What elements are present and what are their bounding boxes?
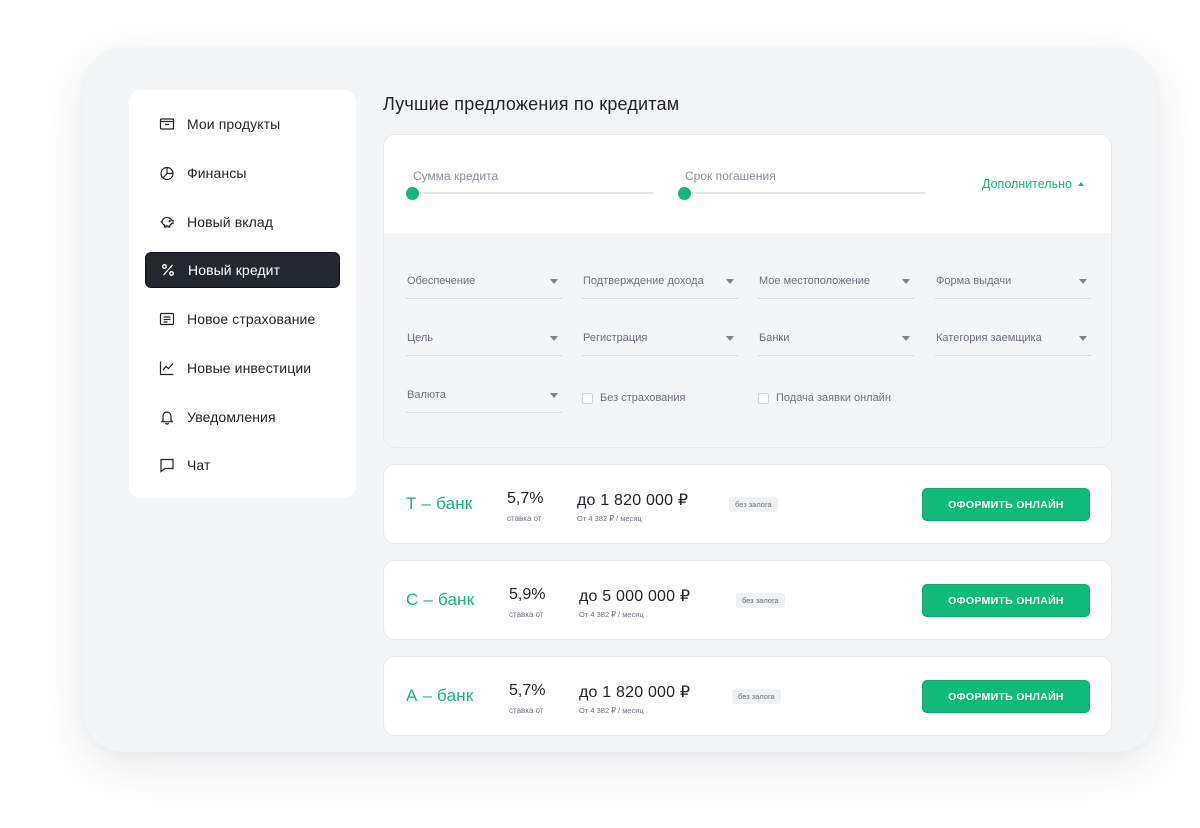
- slider-track[interactable]: [684, 192, 925, 194]
- loan-amount: до 1 820 000 ₽: [577, 492, 689, 509]
- sidebar-item-finances[interactable]: Финансы: [145, 155, 340, 191]
- select-label: Мое местоположение: [759, 275, 870, 287]
- apply-online-button[interactable]: ОФОРМИТЬ ОНЛАЙН: [922, 488, 1090, 521]
- percent-icon: [160, 262, 176, 278]
- checkbox-box[interactable]: [582, 392, 593, 404]
- sidebar-item-label: Мои продукты: [187, 116, 281, 132]
- caret-up-icon: [1077, 182, 1084, 186]
- select-label: Подтверждение дохода: [583, 275, 704, 287]
- slider-section: Сумма кредита Срок погашения Дополнитель…: [384, 135, 1111, 233]
- document-icon: [159, 311, 175, 327]
- repayment-term-label: Срок погашения: [685, 169, 776, 183]
- chevron-down-icon: [726, 279, 734, 284]
- piggy-bank-icon: [159, 214, 175, 230]
- loan-amount-label: Сумма кредита: [413, 169, 499, 183]
- select-banks[interactable]: Банки: [758, 328, 914, 356]
- select-issue-form[interactable]: Форма выдачи: [935, 271, 1091, 299]
- sidebar-item-new-credit[interactable]: Новый кредит: [145, 252, 340, 288]
- select-borrower-category[interactable]: Категория заемщика: [935, 328, 1091, 356]
- rate-caption: ставка от: [507, 514, 542, 523]
- chevron-down-icon: [550, 279, 558, 284]
- loan-amount: до 1 820 000 ₽: [579, 684, 691, 701]
- sidebar-item-label: Новый кредит: [188, 262, 281, 278]
- filter-panel: Сумма кредита Срок погашения Дополнитель…: [383, 134, 1112, 448]
- monthly-payment: От 4 382 ₽ / месяц: [579, 706, 644, 715]
- sidebar-item-notifications[interactable]: Уведомления: [145, 399, 340, 435]
- collateral-badge: без залога: [736, 593, 785, 608]
- chevron-down-icon: [550, 336, 558, 341]
- app-window: Мои продукты Финансы Новый вклад Новый к…: [83, 48, 1157, 752]
- sidebar: Мои продукты Финансы Новый вклад Новый к…: [129, 90, 356, 498]
- sidebar-item-label: Новые инвестиции: [187, 360, 312, 376]
- checkbox-online-application[interactable]: Подача заявки онлайн: [758, 390, 891, 406]
- sidebar-item-label: Уведомления: [187, 409, 276, 425]
- select-location[interactable]: Мое местоположение: [758, 271, 914, 299]
- sidebar-item-chat[interactable]: Чат: [145, 447, 340, 483]
- additional-filters-toggle[interactable]: Дополнительно: [982, 177, 1084, 191]
- additional-filters: Обеспечение Подтверждение дохода Мое мес…: [384, 233, 1111, 447]
- rate-value: 5,7%: [507, 490, 544, 507]
- trend-chart-icon: [159, 360, 175, 376]
- sidebar-item-label: Чат: [187, 457, 211, 473]
- select-income-proof[interactable]: Подтверждение дохода: [582, 271, 738, 299]
- sidebar-item-my-products[interactable]: Мои продукты: [145, 106, 340, 142]
- offer-card: С – банк 5,9% ставка от до 5 000 000 ₽ О…: [383, 560, 1112, 640]
- chevron-down-icon: [1079, 279, 1087, 284]
- checkbox-label: Подача заявки онлайн: [776, 392, 891, 404]
- offer-card: А – банк 5,7% ставка от до 1 820 000 ₽ О…: [383, 656, 1112, 736]
- select-collateral[interactable]: Обеспечение: [406, 271, 562, 299]
- loan-amount-slider[interactable]: Сумма кредита: [406, 169, 653, 203]
- select-currency[interactable]: Валюта: [406, 385, 562, 413]
- slider-thumb[interactable]: [678, 187, 691, 200]
- chevron-down-icon: [1079, 336, 1087, 341]
- collateral-badge: без залога: [732, 689, 781, 704]
- select-label: Категория заемщика: [936, 332, 1042, 344]
- bank-name: А – банк: [406, 686, 474, 705]
- chat-icon: [159, 457, 175, 473]
- sidebar-item-new-insurance[interactable]: Новое страхование: [145, 301, 340, 337]
- chevron-down-icon: [902, 279, 910, 284]
- collateral-badge: без залога: [729, 497, 778, 512]
- repayment-term-slider[interactable]: Срок погашения: [678, 169, 925, 203]
- checkbox-no-insurance[interactable]: Без страхования: [582, 390, 685, 406]
- sidebar-item-label: Финансы: [187, 165, 247, 181]
- checkbox-label: Без страхования: [600, 392, 686, 404]
- select-label: Регистрация: [583, 332, 648, 344]
- monthly-payment: От 4 382 ₽ / месяц: [579, 610, 644, 619]
- monthly-payment: От 4 382 ₽ / месяц: [577, 514, 642, 523]
- sidebar-item-label: Новое страхование: [187, 311, 316, 327]
- bank-name: С – банк: [406, 590, 475, 609]
- rate-caption: ставка от: [509, 706, 544, 715]
- select-registration[interactable]: Регистрация: [582, 328, 738, 356]
- checkbox-box[interactable]: [758, 392, 769, 404]
- sidebar-item-new-investments[interactable]: Новые инвестиции: [145, 350, 340, 386]
- sidebar-item-new-deposit[interactable]: Новый вклад: [145, 204, 340, 240]
- pie-chart-icon: [159, 165, 175, 181]
- select-label: Обеспечение: [407, 275, 476, 287]
- bell-icon: [159, 409, 175, 425]
- select-label: Форма выдачи: [936, 275, 1012, 287]
- additional-filters-label: Дополнительно: [982, 177, 1072, 191]
- slider-track[interactable]: [412, 192, 653, 194]
- wallet-icon: [159, 116, 175, 132]
- select-label: Цель: [407, 332, 434, 344]
- rate-value: 5,9%: [509, 586, 546, 603]
- chevron-down-icon: [726, 336, 734, 341]
- apply-online-button[interactable]: ОФОРМИТЬ ОНЛАЙН: [922, 584, 1090, 617]
- bank-name: Т – банк: [406, 494, 473, 513]
- select-label: Банки: [759, 332, 790, 344]
- select-label: Валюта: [407, 389, 446, 401]
- loan-amount: до 5 000 000 ₽: [579, 588, 691, 605]
- page-title: Лучшие предложения по кредитам: [383, 94, 680, 114]
- chevron-down-icon: [550, 393, 558, 398]
- apply-online-button[interactable]: ОФОРМИТЬ ОНЛАЙН: [922, 680, 1090, 713]
- rate-value: 5,7%: [509, 682, 546, 699]
- select-purpose[interactable]: Цель: [406, 328, 562, 356]
- sidebar-item-label: Новый вклад: [187, 214, 274, 230]
- rate-caption: ставка от: [509, 610, 544, 619]
- slider-thumb[interactable]: [406, 187, 419, 200]
- chevron-down-icon: [902, 336, 910, 341]
- offer-card: Т – банк 5,7% ставка от до 1 820 000 ₽ О…: [383, 464, 1112, 544]
